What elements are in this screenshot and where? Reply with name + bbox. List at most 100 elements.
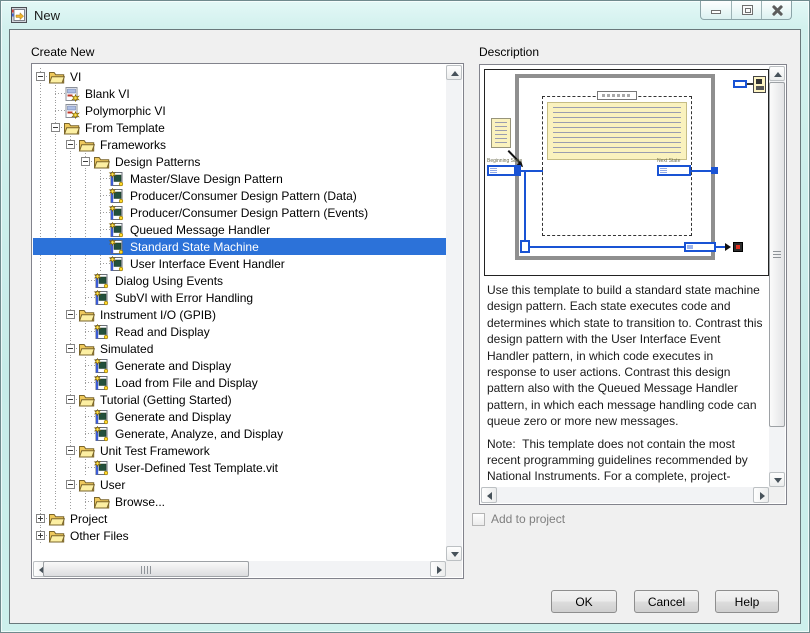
tree-item[interactable]: Generate and Display <box>33 408 446 425</box>
tree-item-label: Other Files <box>70 529 129 543</box>
tree-horizontal-scrollbar[interactable] <box>33 561 446 577</box>
expand-toggle[interactable] <box>78 408 95 425</box>
scroll-down-button[interactable] <box>446 546 462 561</box>
ok-button[interactable]: OK <box>551 590 617 613</box>
expand-box-icon[interactable] <box>66 344 75 353</box>
expand-toggle[interactable] <box>63 136 80 153</box>
tree-item[interactable]: Load from File and Display <box>33 374 446 391</box>
scroll-right-button[interactable] <box>430 561 446 577</box>
scrollbar-thumb[interactable] <box>43 561 249 577</box>
expand-toggle[interactable] <box>63 391 80 408</box>
expand-box-icon[interactable] <box>66 395 75 404</box>
expand-toggle[interactable] <box>63 340 80 357</box>
expand-toggle[interactable] <box>78 493 95 510</box>
tree-item[interactable]: Browse... <box>33 493 446 510</box>
expand-box-icon[interactable] <box>66 310 75 319</box>
tree-item[interactable]: Master/Slave Design Pattern <box>33 170 446 187</box>
tree-item[interactable]: Project <box>33 510 446 527</box>
tree-item[interactable]: VI <box>33 68 446 85</box>
tree-item-label: Blank VI <box>85 87 130 101</box>
cancel-button[interactable]: Cancel <box>634 590 699 613</box>
expand-toggle[interactable] <box>78 323 95 340</box>
tree-item[interactable]: SubVI with Error Handling <box>33 289 446 306</box>
tree-item[interactable]: Frameworks <box>33 136 446 153</box>
tree-item[interactable]: Standard State Machine <box>33 238 446 255</box>
add-to-project-checkbox[interactable] <box>472 512 485 526</box>
tree-item[interactable]: Queued Message Handler <box>33 221 446 238</box>
help-button[interactable]: Help <box>715 590 779 613</box>
tree-item[interactable]: Producer/Consumer Design Pattern (Events… <box>33 204 446 221</box>
scroll-up-button[interactable] <box>446 65 462 80</box>
expand-toggle[interactable] <box>48 102 65 119</box>
template-file-icon <box>93 357 109 373</box>
expand-toggle[interactable] <box>93 221 110 238</box>
expand-box-icon[interactable] <box>66 140 75 149</box>
tree-item[interactable]: Generate and Display <box>33 357 446 374</box>
expand-box-icon[interactable] <box>36 531 45 540</box>
expand-toggle[interactable] <box>78 459 95 476</box>
tree-item[interactable]: From Template <box>33 119 446 136</box>
expand-box-icon[interactable] <box>81 157 90 166</box>
tree-item-label: Producer/Consumer Design Pattern (Events… <box>130 206 369 220</box>
tree-item[interactable]: Unit Test Framework <box>33 442 446 459</box>
tree-item[interactable]: Read and Display <box>33 323 446 340</box>
expand-toggle[interactable] <box>48 85 65 102</box>
scrollbar-thumb[interactable] <box>769 82 785 427</box>
expand-box-icon[interactable] <box>66 480 75 489</box>
expand-toggle[interactable] <box>78 357 95 374</box>
tree-item[interactable]: Tutorial (Getting Started) <box>33 391 446 408</box>
tree-item[interactable]: User Interface Event Handler <box>33 255 446 272</box>
scroll-up-button[interactable] <box>769 66 785 81</box>
expand-toggle[interactable] <box>78 425 95 442</box>
maximize-button[interactable] <box>731 1 761 19</box>
tree-item[interactable]: Generate, Analyze, and Display <box>33 425 446 442</box>
tree-item[interactable]: Simulated <box>33 340 446 357</box>
template-file-icon <box>108 204 124 220</box>
expand-toggle[interactable] <box>63 442 80 459</box>
expand-toggle[interactable] <box>33 68 50 85</box>
scroll-left-button[interactable] <box>481 487 497 503</box>
tree-item[interactable]: User <box>33 476 446 493</box>
expand-toggle[interactable] <box>63 306 80 323</box>
expand-toggle[interactable] <box>93 238 108 255</box>
description-horizontal-scrollbar[interactable] <box>481 487 769 503</box>
expand-box-icon[interactable] <box>51 123 60 132</box>
expand-toggle[interactable] <box>33 510 50 527</box>
expand-box-icon[interactable] <box>66 446 75 455</box>
add-to-project-label: Add to project <box>491 512 566 526</box>
tree-item[interactable]: Polymorphic VI <box>33 102 446 119</box>
tree-item[interactable]: Producer/Consumer Design Pattern (Data) <box>33 187 446 204</box>
expand-box-icon[interactable] <box>36 72 45 81</box>
scroll-down-button[interactable] <box>769 472 785 487</box>
expand-toggle[interactable] <box>33 527 50 544</box>
title-bar[interactable]: New <box>1 1 809 29</box>
tree-indent-guides <box>33 204 93 221</box>
close-button[interactable] <box>761 1 791 19</box>
tree-item[interactable]: User-Defined Test Template.vit <box>33 459 446 476</box>
expand-toggle[interactable] <box>93 170 110 187</box>
folder-icon <box>78 445 95 457</box>
tree-item[interactable]: Dialog Using Events <box>33 272 446 289</box>
description-label: Description <box>479 45 540 59</box>
expand-toggle[interactable] <box>93 255 110 272</box>
scroll-right-button[interactable] <box>753 487 769 503</box>
expand-toggle[interactable] <box>48 119 65 136</box>
expand-toggle[interactable] <box>93 204 110 221</box>
expand-toggle[interactable] <box>78 374 95 391</box>
expand-toggle[interactable] <box>93 187 110 204</box>
expand-toggle[interactable] <box>78 272 95 289</box>
tree-item[interactable]: Design Patterns <box>33 153 446 170</box>
tree-indent-guides <box>33 476 63 493</box>
expand-toggle[interactable] <box>78 289 95 306</box>
tree-vertical-scrollbar[interactable] <box>446 65 462 561</box>
tree-item[interactable]: Other Files <box>33 527 446 544</box>
tree-indent-guides <box>33 408 78 425</box>
expand-box-icon[interactable] <box>36 514 45 523</box>
expand-toggle[interactable] <box>78 153 95 170</box>
expand-toggle[interactable] <box>63 476 80 493</box>
tree-item[interactable]: Blank VI <box>33 85 446 102</box>
tree-item[interactable]: Instrument I/O (GPIB) <box>33 306 446 323</box>
minimize-button[interactable] <box>701 1 731 19</box>
tree-item-label: User-Defined Test Template.vit <box>115 461 278 475</box>
description-vertical-scrollbar[interactable] <box>769 66 785 487</box>
